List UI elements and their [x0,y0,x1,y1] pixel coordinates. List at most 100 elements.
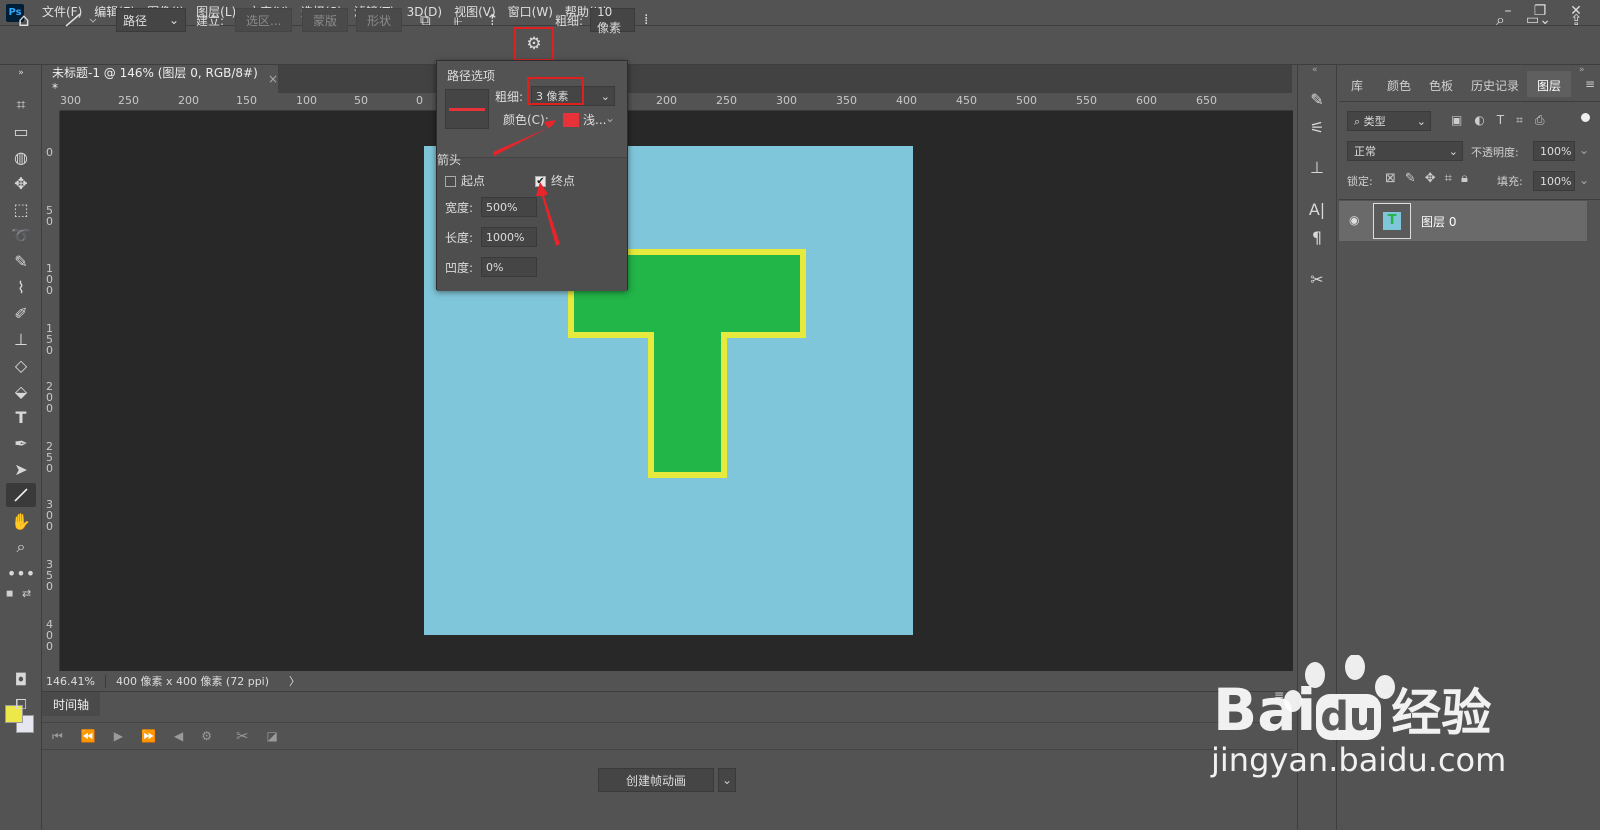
path-arrangement-icon[interactable]: ⇡ [486,8,499,32]
lasso-tool-icon[interactable]: ➰ [6,223,36,247]
ruler-tick-label: 2 5 0 [46,440,53,475]
expand-icon[interactable]: » [1579,65,1585,75]
first-frame-icon[interactable]: ⏮ [52,729,63,744]
timeline-tab[interactable]: 时间轴 [42,692,100,716]
stroke-preview-line [449,108,485,111]
eraser-tool-icon[interactable]: ◇ [6,353,36,377]
filter-toggle-icon[interactable] [1581,113,1590,122]
settings-gear-icon[interactable]: ⚙ [514,27,554,61]
chevron-down-icon[interactable]: ⌄ [1579,143,1589,157]
document-tab[interactable]: 未标题-1 @ 146% (图层 0, RGB/8#) * × [42,65,278,95]
next-frame-icon[interactable]: ⏩ [141,729,156,743]
blend-mode-value: 正常 [1354,145,1376,158]
crop-tool-icon[interactable]: ⌗ [6,93,36,117]
marquee-tool-icon[interactable]: ⬚ [6,197,36,221]
divider [1339,101,1600,102]
search-icon[interactable]: ⌕ [1496,8,1505,32]
line-tool-icon[interactable] [6,483,36,507]
stroke-preview [445,89,489,129]
swap-colors-icon[interactable]: ⇄ [22,587,31,600]
visibility-eye-icon[interactable]: ◉ [1349,213,1359,227]
create-frame-animation-button[interactable]: 创建帧动画 [598,768,714,792]
width-input[interactable]: 500% [481,197,537,217]
popup-color-label: 颜色(C): [503,113,549,127]
home-icon[interactable]: ⌂ [18,8,29,32]
pen-tool-icon[interactable]: ✒ [6,431,36,455]
paragraph-panel-icon[interactable]: ¶ [1302,225,1332,249]
brush-presets-icon[interactable]: ⚟ [1302,115,1332,139]
stamp-tool-icon[interactable]: ⊥ [6,327,36,351]
fill-input[interactable]: 100% [1533,171,1575,191]
screen-mode-icon[interactable]: ⧠ [6,693,36,717]
make-shape-button[interactable]: 形状 [356,8,403,32]
paint-bucket-tool-icon[interactable]: ⬙ [6,379,36,403]
layer-filter-icons[interactable]: ▣◐T⌗⎙ [1451,113,1557,128]
align-edges-icon[interactable]: ⁞ [644,8,648,32]
opacity-input[interactable]: 100% [1533,141,1575,161]
brush-tool-icon[interactable]: ✐ [6,301,36,325]
tab-layers[interactable]: 图层 [1537,77,1561,94]
tab-swatches[interactable]: 色板 [1429,77,1453,94]
default-colors-icon[interactable]: ◼ [6,589,16,599]
ruler-tool-icon[interactable]: ▭ [6,119,36,143]
clone-source-icon[interactable]: ⊥ [1302,155,1332,179]
start-checkbox[interactable] [445,176,456,187]
transition-icon[interactable]: ◪ [267,729,278,743]
more-tools-icon[interactable]: ••• [6,561,36,585]
split-scissors-icon[interactable]: ✂ [236,727,249,745]
character-panel-icon[interactable]: A| [1302,197,1332,221]
play-icon[interactable]: ▶ [114,729,123,743]
audio-icon[interactable]: ◀ [174,729,183,743]
panel-menu-icon[interactable]: ≡ [1585,77,1595,91]
status-expand-icon[interactable]: 〉 [289,673,300,689]
zoom-tool-icon[interactable]: ⌕ [6,535,36,559]
path-operations-icon[interactable]: ⧉ [420,8,431,32]
tab-libraries[interactable]: 库 [1351,77,1363,94]
lock-icons[interactable]: ⊠✎✥⌗🔒︎ [1385,171,1477,186]
collapse-icon[interactable]: « [1312,65,1318,75]
share-icon[interactable]: ⇪ [1570,8,1583,32]
hand-tool-icon[interactable]: ✋ [6,509,36,533]
make-selection-button[interactable]: 选区... [235,8,293,32]
popup-color-value[interactable]: 浅... [583,111,606,128]
length-input[interactable]: 1000% [481,227,537,247]
timeline-settings-icon[interactable]: ⚙ [201,729,212,743]
width-label: 宽度: [445,201,474,215]
type-tool-icon[interactable]: T [6,405,36,429]
layer-row[interactable]: ◉ T 图层 0 [1339,201,1587,241]
mode-select[interactable]: 路径 ⌄ [116,8,186,32]
chevron-down-icon[interactable]: ⌄ [1579,173,1589,187]
collapse-icon[interactable]: » [6,67,36,79]
popup-color-swatch[interactable] [563,113,579,127]
workspace-icon[interactable]: ▭⌄ [1526,8,1551,32]
end-checkbox[interactable]: ✔ [535,176,546,187]
chevron-down-icon[interactable]: ⌄ [605,111,615,125]
prev-frame-icon[interactable]: ⏪ [81,729,96,743]
eyedropper-tool-icon[interactable]: ⌇ [6,275,36,299]
ruler-tick-label: 350 [836,94,857,107]
weight-input[interactable]: 10 像素 [590,5,635,35]
ruler-tick-label: 450 [956,94,977,107]
arrowhead-header: 箭头 [437,153,462,167]
quick-select-tool-icon[interactable]: ✎ [6,249,36,273]
chevron-down-icon[interactable]: ⌄ [718,768,736,792]
tool-presets-icon[interactable]: ✂ [1302,267,1332,291]
tab-history[interactable]: 历史记录 [1471,77,1519,94]
layer-filter-select[interactable]: ⌕ 类型 ⌄ [1347,111,1431,131]
menu-window[interactable]: 窗口(W) [502,0,559,25]
tab-color[interactable]: 颜色 [1387,77,1411,94]
path-select-tool-icon[interactable]: ➤ [6,457,36,481]
brush-settings-icon[interactable]: ✎ [1302,87,1332,111]
sphere-tool-icon[interactable]: ◍ [6,145,36,169]
layer-thumbnail: T [1373,203,1411,239]
zoom-level[interactable]: 146.41% [46,674,106,688]
move-tool-icon[interactable]: ✥ [6,171,36,195]
quick-mask-icon[interactable]: ◘ [6,667,36,691]
make-mask-button[interactable]: 蒙版 [302,8,349,32]
close-tab-icon[interactable]: × [268,72,278,86]
concavity-input[interactable]: 0% [481,257,537,277]
path-alignment-icon[interactable]: ⫦ [454,8,462,32]
line-tool-preset-icon[interactable] [62,8,102,32]
blend-mode-select[interactable]: 正常 ⌄ [1347,141,1463,161]
layer-name[interactable]: 图层 0 [1421,213,1456,230]
